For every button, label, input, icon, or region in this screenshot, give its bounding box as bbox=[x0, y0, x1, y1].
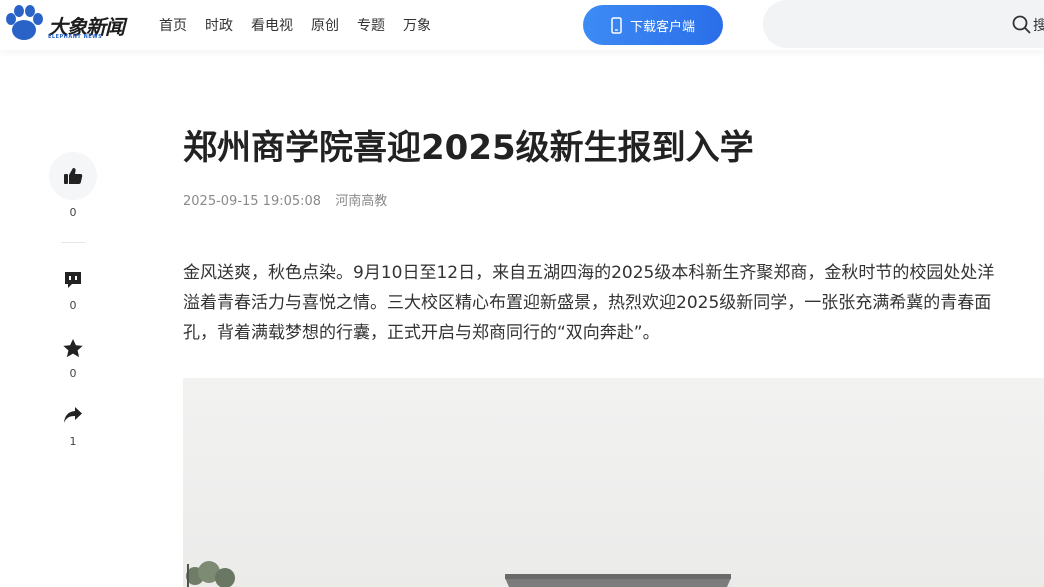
nav-item-topics[interactable]: 专题 bbox=[357, 15, 385, 35]
article-paragraph: 金风送爽，秋色点染。9月10日至12日，来自五湖四海的2025级本科新生齐聚郑商… bbox=[183, 258, 1044, 348]
nav-item-wanxiang[interactable]: 万象 bbox=[403, 15, 431, 35]
nav-item-tv[interactable]: 看电视 bbox=[251, 15, 293, 35]
sidebar-divider bbox=[61, 242, 85, 243]
comment-icon bbox=[65, 272, 81, 288]
like-count: 0 bbox=[69, 206, 77, 219]
search-icon[interactable] bbox=[1012, 15, 1031, 34]
favorite-count: 0 bbox=[69, 367, 77, 380]
thumbs-up-icon bbox=[64, 168, 83, 184]
like-action[interactable] bbox=[49, 152, 97, 200]
favorite-button[interactable] bbox=[49, 338, 97, 359]
campus-photo-image bbox=[183, 378, 1044, 587]
site-logo[interactable]: 大象新闻 ELEPHANT NEWS bbox=[4, 5, 139, 43]
article-meta: 2025-09-15 19:05:08 河南高教 bbox=[183, 190, 387, 209]
logo-subtext: ELEPHANT NEWS bbox=[48, 34, 103, 40]
share-icon bbox=[64, 407, 82, 423]
paragraph-line: 金风送爽，秋色点染。9月10日至12日，来自五湖四海的2025级本科新生齐聚郑商… bbox=[183, 263, 995, 283]
nav-item-home[interactable]: 首页 bbox=[159, 15, 187, 35]
paragraph-line: 溢着青春活力与喜悦之情。三大校区精心布置迎新盛景，热烈欢迎2025级新同学，一张… bbox=[183, 293, 992, 313]
download-app-button[interactable]: 下载客户端 bbox=[583, 5, 723, 45]
comment-button[interactable] bbox=[49, 270, 97, 290]
nav-item-original[interactable]: 原创 bbox=[311, 15, 339, 35]
article-date: 2025-09-15 19:05:08 bbox=[183, 194, 322, 209]
article-title: 郑州商学院喜迎2025级新生报到入学 bbox=[183, 128, 754, 168]
comment-count: 0 bbox=[69, 299, 77, 312]
paragraph-line: 孔，背着满载梦想的行囊，正式开启与郑商同行的“双向奔赴”。 bbox=[183, 323, 660, 343]
share-button[interactable] bbox=[49, 406, 97, 424]
star-icon bbox=[63, 339, 83, 358]
share-count: 1 bbox=[69, 435, 77, 448]
nav-item-politics[interactable]: 时政 bbox=[205, 15, 233, 35]
search-input[interactable] bbox=[763, 0, 1044, 48]
article-photo bbox=[183, 378, 1044, 587]
main-nav: 首页 时政 看电视 原创 专题 万象 bbox=[159, 15, 449, 35]
search-button-label[interactable]: 搜 bbox=[1033, 15, 1044, 35]
top-header: 大象新闻 ELEPHANT NEWS 首页 时政 看电视 原创 专题 万象 下载… bbox=[0, 0, 1044, 50]
paw-logo-icon bbox=[6, 5, 43, 40]
article-source[interactable]: 河南高教 bbox=[335, 194, 387, 209]
like-button[interactable] bbox=[49, 152, 97, 200]
phone-icon bbox=[611, 16, 622, 34]
download-app-label: 下载客户端 bbox=[629, 19, 695, 35]
